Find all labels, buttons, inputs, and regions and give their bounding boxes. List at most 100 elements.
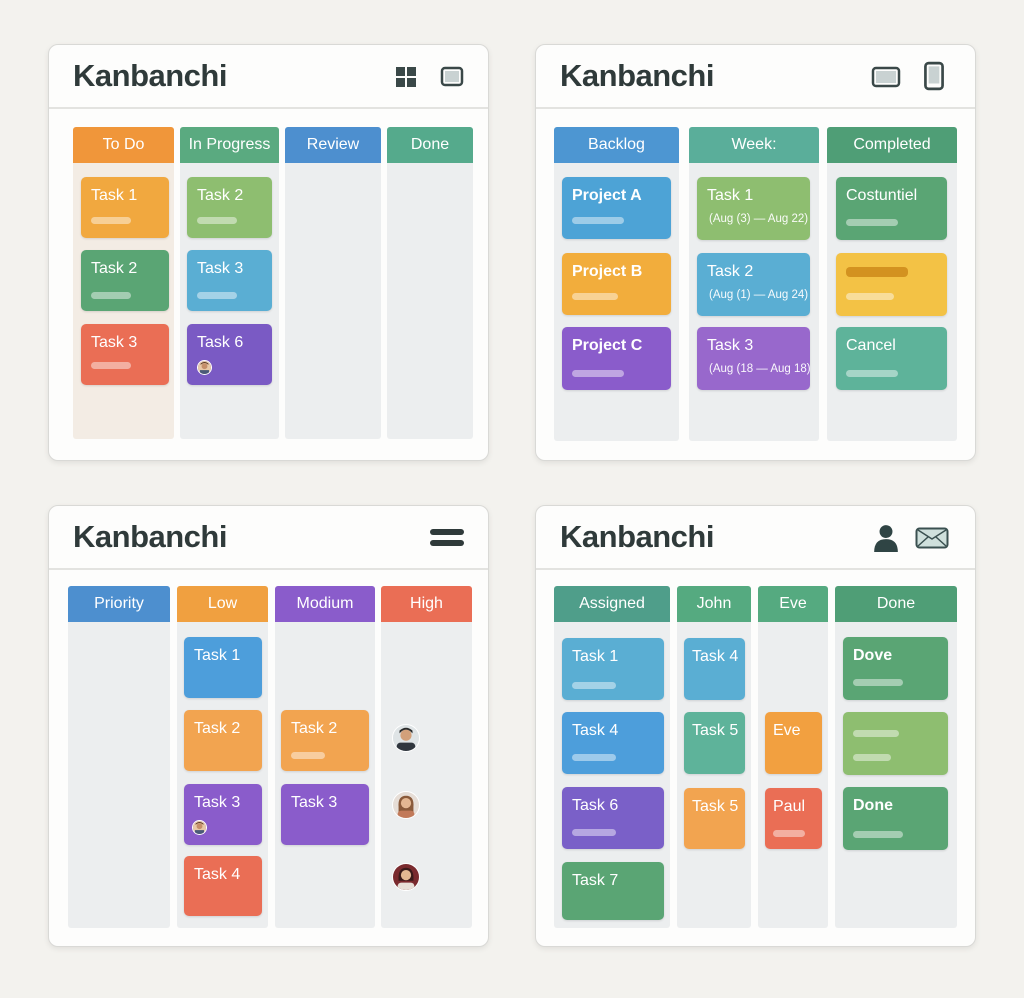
card-progress-bar bbox=[572, 829, 616, 836]
avatar[interactable] bbox=[392, 724, 420, 752]
card-title-placeholder bbox=[846, 267, 908, 277]
project-card[interactable]: Project A bbox=[562, 177, 671, 239]
window-icon[interactable] bbox=[439, 65, 465, 89]
done-card[interactable] bbox=[843, 712, 948, 775]
card-label: Task 4 bbox=[572, 722, 619, 739]
card-label: Task 4 bbox=[692, 648, 739, 665]
task-card[interactable]: Task 3 (Aug (18 — Aug 18) bbox=[697, 327, 811, 390]
completed-card[interactable]: Costuntiel bbox=[836, 177, 947, 240]
card-label: Task 5 bbox=[692, 722, 739, 739]
task-card[interactable]: Eve bbox=[765, 712, 822, 774]
column-header: Completed bbox=[827, 127, 957, 163]
card-progress-bar bbox=[91, 362, 131, 369]
task-card[interactable]: Task 3 bbox=[187, 250, 272, 311]
card-label: Task 3 bbox=[707, 337, 754, 354]
card-label: Costuntiel bbox=[846, 187, 918, 204]
column-header: Eve bbox=[758, 586, 828, 622]
card-label: Task 5 bbox=[692, 798, 739, 815]
avatar[interactable] bbox=[392, 791, 420, 819]
card-dates: (Aug (1) — Aug 24) bbox=[709, 289, 809, 301]
column-done: Done bbox=[387, 127, 473, 439]
task-card[interactable]: Task 1 bbox=[81, 177, 169, 238]
column-header: Review bbox=[285, 127, 381, 163]
task-card[interactable]: Task 4 bbox=[184, 856, 262, 916]
card-label: Task 2 bbox=[91, 260, 138, 277]
menu-icon[interactable] bbox=[429, 526, 465, 550]
card-progress-bar bbox=[846, 293, 894, 300]
card-dates: (Aug (18 — Aug 18) bbox=[709, 363, 811, 375]
board-header: Kanbanchi bbox=[536, 506, 975, 570]
card-label: Task 1 bbox=[194, 647, 241, 664]
column-header: Week: bbox=[689, 127, 819, 163]
completed-card[interactable] bbox=[836, 253, 947, 316]
task-card[interactable]: Paul bbox=[765, 788, 822, 849]
column-review: Review bbox=[285, 127, 381, 439]
task-card[interactable]: Task 5 bbox=[684, 712, 745, 774]
tablet-landscape-icon[interactable] bbox=[870, 65, 902, 89]
card-label: Task 3 bbox=[291, 794, 338, 811]
done-card[interactable]: Done bbox=[843, 787, 948, 850]
column-header: Priority bbox=[68, 586, 170, 622]
card-label: Task 4 bbox=[194, 866, 241, 883]
card-label: Task 7 bbox=[572, 872, 619, 889]
task-card[interactable]: Task 1 (Aug (3) — Aug 22) bbox=[697, 177, 810, 240]
task-card[interactable]: Task 2 bbox=[184, 710, 262, 771]
task-card[interactable]: Task 3 bbox=[81, 324, 169, 385]
card-progress-bar bbox=[197, 292, 237, 299]
column-header: Modium bbox=[275, 586, 375, 622]
tablet-portrait-icon[interactable] bbox=[922, 61, 946, 91]
user-icon[interactable] bbox=[873, 524, 899, 552]
task-card[interactable]: Task 7 bbox=[562, 862, 664, 920]
project-card[interactable]: Project C bbox=[562, 327, 671, 390]
card-label: Project A bbox=[572, 187, 642, 204]
task-card[interactable]: Task 2 bbox=[81, 250, 169, 311]
task-card[interactable]: Task 4 bbox=[684, 638, 745, 700]
card-label: Paul bbox=[773, 798, 806, 815]
card-label: Task 3 bbox=[197, 260, 244, 277]
task-card[interactable]: Task 3 bbox=[281, 784, 369, 845]
board-panel-1: Kanbanchi To Do In Progress Review Done … bbox=[48, 44, 489, 461]
card-dates: (Aug (3) — Aug 22) bbox=[709, 213, 809, 225]
task-card[interactable]: Task 2 bbox=[187, 177, 272, 238]
done-card[interactable]: Dove bbox=[843, 637, 948, 700]
column-header: To Do bbox=[73, 127, 174, 163]
grid-icon[interactable] bbox=[393, 65, 419, 89]
task-card[interactable]: Task 2 bbox=[281, 710, 369, 771]
board-header: Kanbanchi bbox=[49, 45, 488, 109]
column-header: High bbox=[381, 586, 472, 622]
card-progress-bar bbox=[773, 830, 805, 837]
task-card[interactable]: Task 1 bbox=[562, 638, 664, 700]
card-progress-bar bbox=[572, 293, 618, 300]
column-priority: Priority bbox=[68, 586, 170, 928]
project-card[interactable]: Project B bbox=[562, 253, 671, 315]
column-header: Done bbox=[835, 586, 957, 622]
card-progress-bar bbox=[853, 831, 903, 838]
task-card[interactable]: Task 3 bbox=[184, 784, 262, 845]
task-card[interactable]: Task 1 bbox=[184, 637, 262, 698]
avatar[interactable] bbox=[392, 863, 420, 891]
completed-card[interactable]: Cancel bbox=[836, 327, 947, 390]
board-panel-2: Kanbanchi Backlog Week: Completed Projec… bbox=[535, 44, 976, 461]
card-label: Task 2 bbox=[197, 187, 244, 204]
card-title-placeholder bbox=[853, 730, 899, 737]
column-header: In Progress bbox=[180, 127, 279, 163]
card-label: Task 3 bbox=[194, 794, 241, 811]
task-card[interactable]: Task 6 bbox=[187, 324, 272, 385]
mail-icon[interactable] bbox=[915, 527, 949, 549]
task-card[interactable]: Task 6 bbox=[562, 787, 664, 849]
card-progress-bar bbox=[846, 370, 898, 377]
card-label: Task 1 bbox=[91, 187, 138, 204]
card-progress-bar bbox=[91, 217, 131, 224]
task-card[interactable]: Task 4 bbox=[562, 712, 664, 774]
task-card[interactable]: Task 2 (Aug (1) — Aug 24) bbox=[697, 253, 810, 316]
card-label: Project B bbox=[572, 263, 643, 280]
card-label: Eve bbox=[773, 722, 801, 739]
task-card[interactable]: Task 5 bbox=[684, 788, 745, 849]
app-title: Kanbanchi bbox=[560, 519, 714, 554]
card-label: Project C bbox=[572, 337, 643, 354]
card-label: Task 1 bbox=[572, 648, 619, 665]
board-header: Kanbanchi bbox=[536, 45, 975, 109]
avatar bbox=[197, 360, 212, 375]
card-label: Dove bbox=[853, 647, 893, 664]
card-progress-bar bbox=[572, 370, 624, 377]
